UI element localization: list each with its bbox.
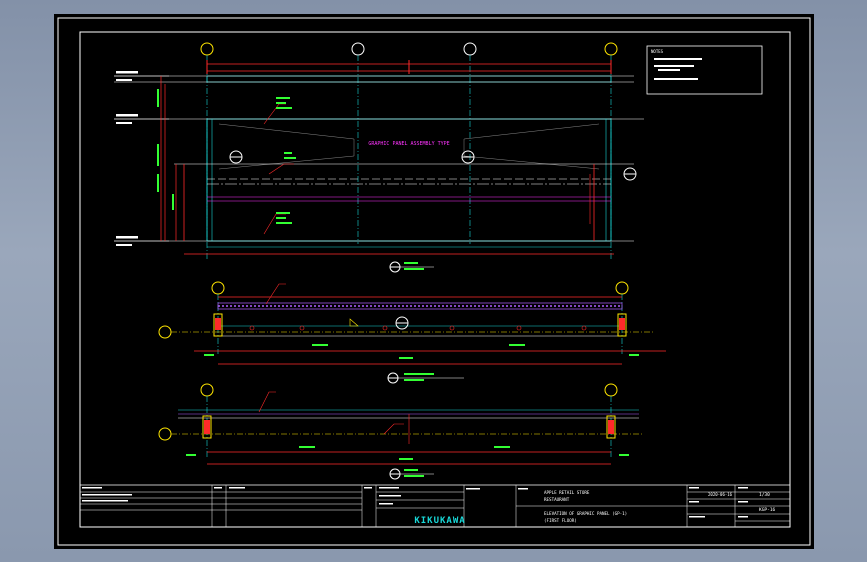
project-subtitle: RESTAURANT	[544, 497, 570, 502]
sheet-title-line2: (FIRST FLOOR)	[544, 518, 577, 523]
section-marker-icon	[461, 150, 475, 164]
graphic-panel-annotation: GRAPHIC PANEL ASSEMBLY TYPE	[368, 141, 449, 147]
cad-drawing-sheet: GRAPHIC PANEL ASSEMBLY TYPE NOTES KIKUKA…	[57, 17, 811, 546]
sheet-title-line1: ELEVATION OF GRAPHIC PANEL (GP-1)	[544, 511, 627, 516]
notes-title: NOTES	[651, 49, 664, 54]
cad-viewport[interactable]: GRAPHIC PANEL ASSEMBLY TYPE NOTES KIKUKA…	[54, 14, 814, 549]
lower-plan-section	[158, 383, 644, 480]
notes-box: NOTES	[646, 45, 763, 95]
outer-sheet-border	[57, 17, 811, 546]
drawing-number: KGP-16	[759, 507, 776, 513]
inner-sheet-border	[79, 31, 791, 528]
company-logo: KIKUKAWA	[414, 516, 465, 526]
title-block: KIKUKAWA APPLE RETAIL STORE RESTAURANT E…	[80, 484, 790, 527]
grid-bubble-icon	[158, 325, 172, 339]
section-marker-icon	[229, 150, 243, 164]
middle-plan-section	[158, 281, 666, 384]
drawing-scale: 1/30	[759, 492, 770, 498]
grid-bubble-icon	[463, 42, 477, 244]
grid-bubble-icon	[158, 427, 172, 441]
drawing-date: 2020-06-16	[708, 492, 733, 497]
section-marker-icon	[395, 316, 409, 330]
section-marker-icon	[623, 167, 637, 181]
upper-elevation: GRAPHIC PANEL ASSEMBLY TYPE	[114, 42, 644, 273]
project-title: APPLE RETAIL STORE	[544, 490, 590, 495]
